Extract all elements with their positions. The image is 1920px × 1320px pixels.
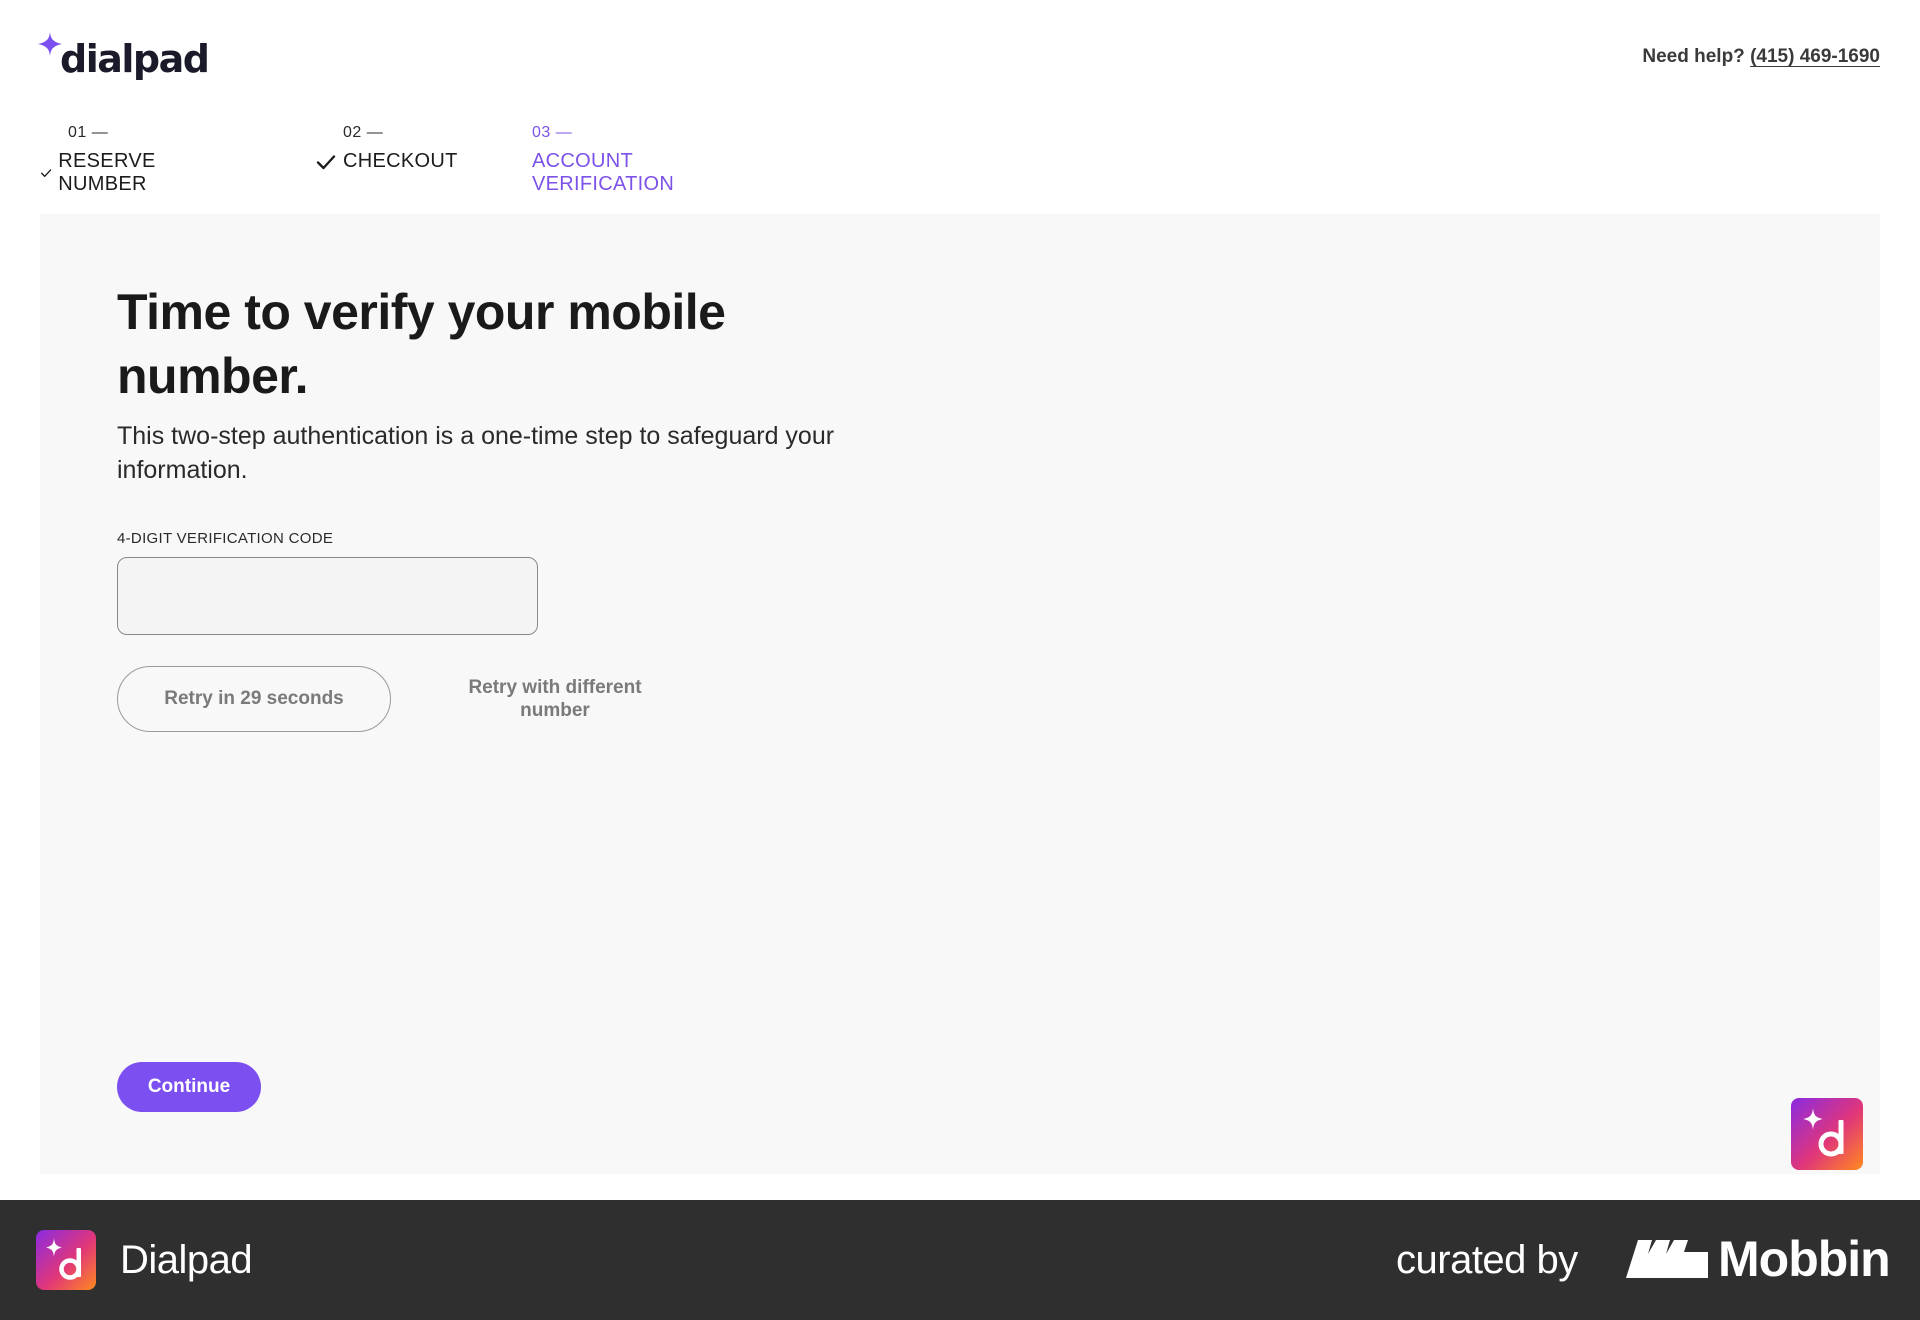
verification-card: Time to verify your mobile number. This … [40,214,1880,1174]
curated-by-text: curated by [1396,1238,1578,1282]
header: dialpad Need help? (415) 469-1690 [0,0,1920,110]
check-icon [316,154,336,169]
sparkle-icon [38,32,62,56]
step-number: 01 — [68,124,109,141]
help-label: Need help? [1642,46,1745,67]
page-title: Time to verify your mobile number. [117,284,726,404]
dialpad-logo[interactable]: dialpad [38,30,210,81]
footer-app-name: Dialpad [120,1238,253,1282]
mobbin-logo-icon [1626,1240,1708,1278]
dialpad-app-icon-graphic [1803,1108,1844,1157]
step-number: 03 — [532,124,573,141]
dialpad-app-icon[interactable] [1791,1098,1863,1170]
mobbin-brand: Mobbin [1718,1231,1891,1287]
footer: Dialpad curated by Mobbin [0,1200,1920,1320]
check-icon [41,169,52,178]
step-label: RESERVE NUMBER [58,150,156,195]
step-label: CHECKOUT [343,150,458,172]
step-number: 02 — [343,124,384,141]
page: dialpad Need help? (415) 469-1690 01 — R… [0,0,1920,1320]
step-checkout: 02 — CHECKOUT [315,124,458,173]
logo-text: dialpad [60,37,210,81]
help-contact: Need help? (415) 469-1690 [1642,46,1880,68]
code-field-label: 4-DIGIT VERIFICATION CODE [117,530,334,547]
step-reserve-number: 01 — RESERVE NUMBER [40,124,165,196]
continue-button[interactable]: Continue [117,1062,261,1112]
retry-countdown-button[interactable]: Retry in 29 seconds [117,666,391,732]
verification-code-input[interactable] [117,557,538,635]
dialpad-app-icon [36,1230,96,1290]
retry-different-number-link[interactable]: Retry with different number [440,676,670,722]
step-account-verification: 03 — ACCOUNT VERIFICATION [532,124,674,196]
dialpad-app-icon-graphic [46,1238,81,1280]
step-label: ACCOUNT VERIFICATION [532,150,675,195]
help-phone-link[interactable]: (415) 469-1690 [1750,46,1880,67]
page-subtitle: This two-step authentication is a one-ti… [117,422,835,484]
